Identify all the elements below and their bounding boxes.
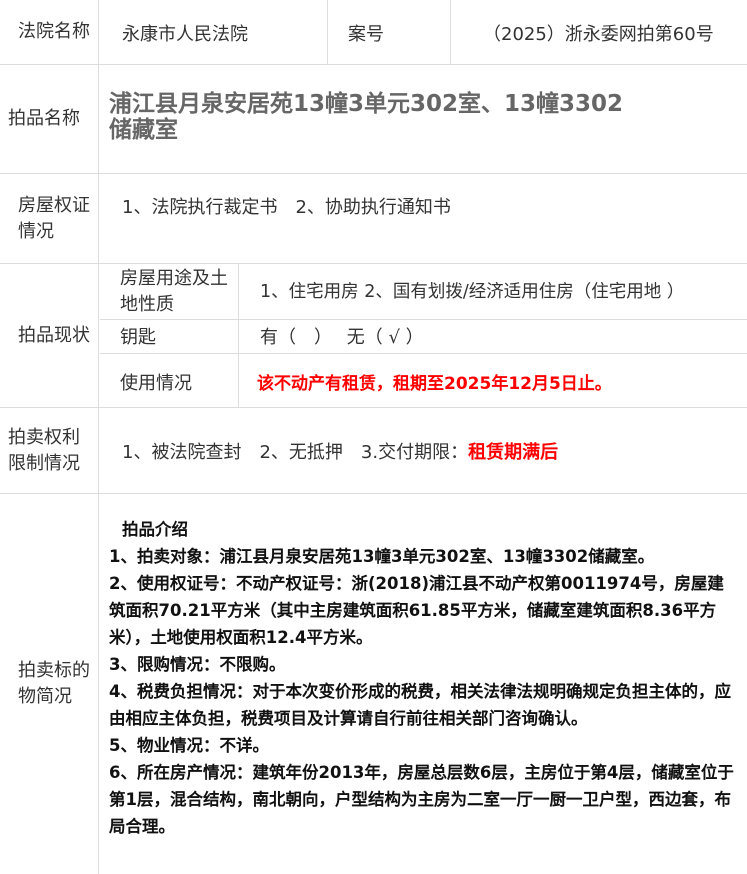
item-name-row: 拍品名称 浦江县月泉安居苑13幢3单元302室、13幢3302储藏室 bbox=[0, 64, 747, 173]
intro-line: 5、物业情况：不详。 bbox=[109, 736, 269, 755]
case-number-label: 案号 bbox=[348, 24, 384, 45]
usage-label: 房屋用途及土地性质 bbox=[120, 268, 228, 315]
intro-heading: 拍品介绍 bbox=[122, 520, 188, 539]
item-name-content: 浦江县月泉安居苑13幢3单元302室、13幢3302储藏室 bbox=[100, 65, 747, 173]
intro-line: 4、税费负担情况：对于本次变价形成的税费，相关法律法规明确规定负担主体的，应由相… bbox=[109, 682, 731, 728]
use-value: 该不动产有租赁，租期至2025年12月5日止。 bbox=[257, 374, 612, 394]
restriction-label: 拍卖权利限制情况 bbox=[0, 408, 99, 493]
intro-line: 3、限购情况：不限购。 bbox=[109, 655, 286, 674]
delivery-term-highlight: 租赁期满后 bbox=[468, 442, 559, 463]
certificate-label: 房屋权证情况 bbox=[0, 174, 99, 263]
court-label: 法院名称 bbox=[0, 0, 99, 64]
usage-value: 1、住宅用房 2、国有划拨/经济适用住房（住宅用地 ） bbox=[260, 282, 685, 302]
intro-line: 6、所在房产情况：建筑年份2013年，房屋总层数6层，主房位于第4层，储藏室位于… bbox=[109, 763, 734, 836]
description-label: 拍卖标的物简况 bbox=[0, 494, 99, 874]
restriction-row: 拍卖权利限制情况 1、被法院查封 2、无抵押 3.交付期限：租赁期满后 bbox=[0, 407, 747, 493]
description-content: 拍品介绍 1、拍卖对象：浦江县月泉安居苑13幢3单元302室、13幢3302储藏… bbox=[100, 494, 747, 874]
status-label: 拍品现状 bbox=[0, 264, 99, 407]
use-label: 使用情况 bbox=[120, 373, 192, 394]
divider bbox=[327, 0, 328, 64]
intro-line: 2、使用权证号：不动产权证号：浙(2018)浦江县不动产权第0011974号，房… bbox=[109, 574, 724, 647]
certificate-content: 1、法院执行裁定书 2、协助执行通知书 bbox=[100, 174, 747, 263]
status-content: 房屋用途及土地性质 1、住宅用房 2、国有划拨/经济适用住房（住宅用地 ） 钥匙… bbox=[100, 264, 747, 407]
divider bbox=[450, 0, 451, 64]
auction-info-table: 法院名称 永康市人民法院 案号 （2025）浙永委网拍第60号 拍品名称 浦江县… bbox=[0, 0, 747, 874]
key-label: 钥匙 bbox=[120, 327, 156, 348]
divider bbox=[100, 319, 747, 320]
restriction-content: 1、被法院查封 2、无抵押 3.交付期限：租赁期满后 bbox=[100, 408, 747, 493]
divider bbox=[100, 353, 747, 354]
restriction-text: 1、被法院查封 2、无抵押 3.交付期限： bbox=[122, 442, 469, 463]
restriction-value: 1、被法院查封 2、无抵押 3.交付期限：租赁期满后 bbox=[122, 438, 558, 464]
divider bbox=[238, 264, 239, 407]
key-value: 有（ ） 无（ √ ） bbox=[260, 327, 424, 348]
intro-line: 1、拍卖对象：浦江县月泉安居苑13幢3单元302室、13幢3302储藏室。 bbox=[109, 547, 655, 566]
status-row: 拍品现状 房屋用途及土地性质 1、住宅用房 2、国有划拨/经济适用住房（住宅用地… bbox=[0, 263, 747, 407]
item-introduction: 拍品介绍 1、拍卖对象：浦江县月泉安居苑13幢3单元302室、13幢3302储藏… bbox=[109, 516, 739, 840]
court-value: 永康市人民法院 bbox=[122, 24, 248, 45]
court-content: 永康市人民法院 案号 （2025）浙永委网拍第60号 bbox=[100, 0, 747, 64]
certificate-value: 1、法院执行裁定书 2、协助执行通知书 bbox=[122, 197, 451, 218]
item-name-value: 浦江县月泉安居苑13幢3单元302室、13幢3302储藏室 bbox=[109, 91, 624, 143]
item-name-label: 拍品名称 bbox=[0, 65, 99, 173]
description-row: 拍卖标的物简况 拍品介绍 1、拍卖对象：浦江县月泉安居苑13幢3单元302室、1… bbox=[0, 493, 747, 874]
court-row: 法院名称 永康市人民法院 案号 （2025）浙永委网拍第60号 bbox=[0, 0, 747, 64]
case-number-value: （2025）浙永委网拍第60号 bbox=[483, 24, 714, 45]
certificate-row: 房屋权证情况 1、法院执行裁定书 2、协助执行通知书 bbox=[0, 173, 747, 263]
